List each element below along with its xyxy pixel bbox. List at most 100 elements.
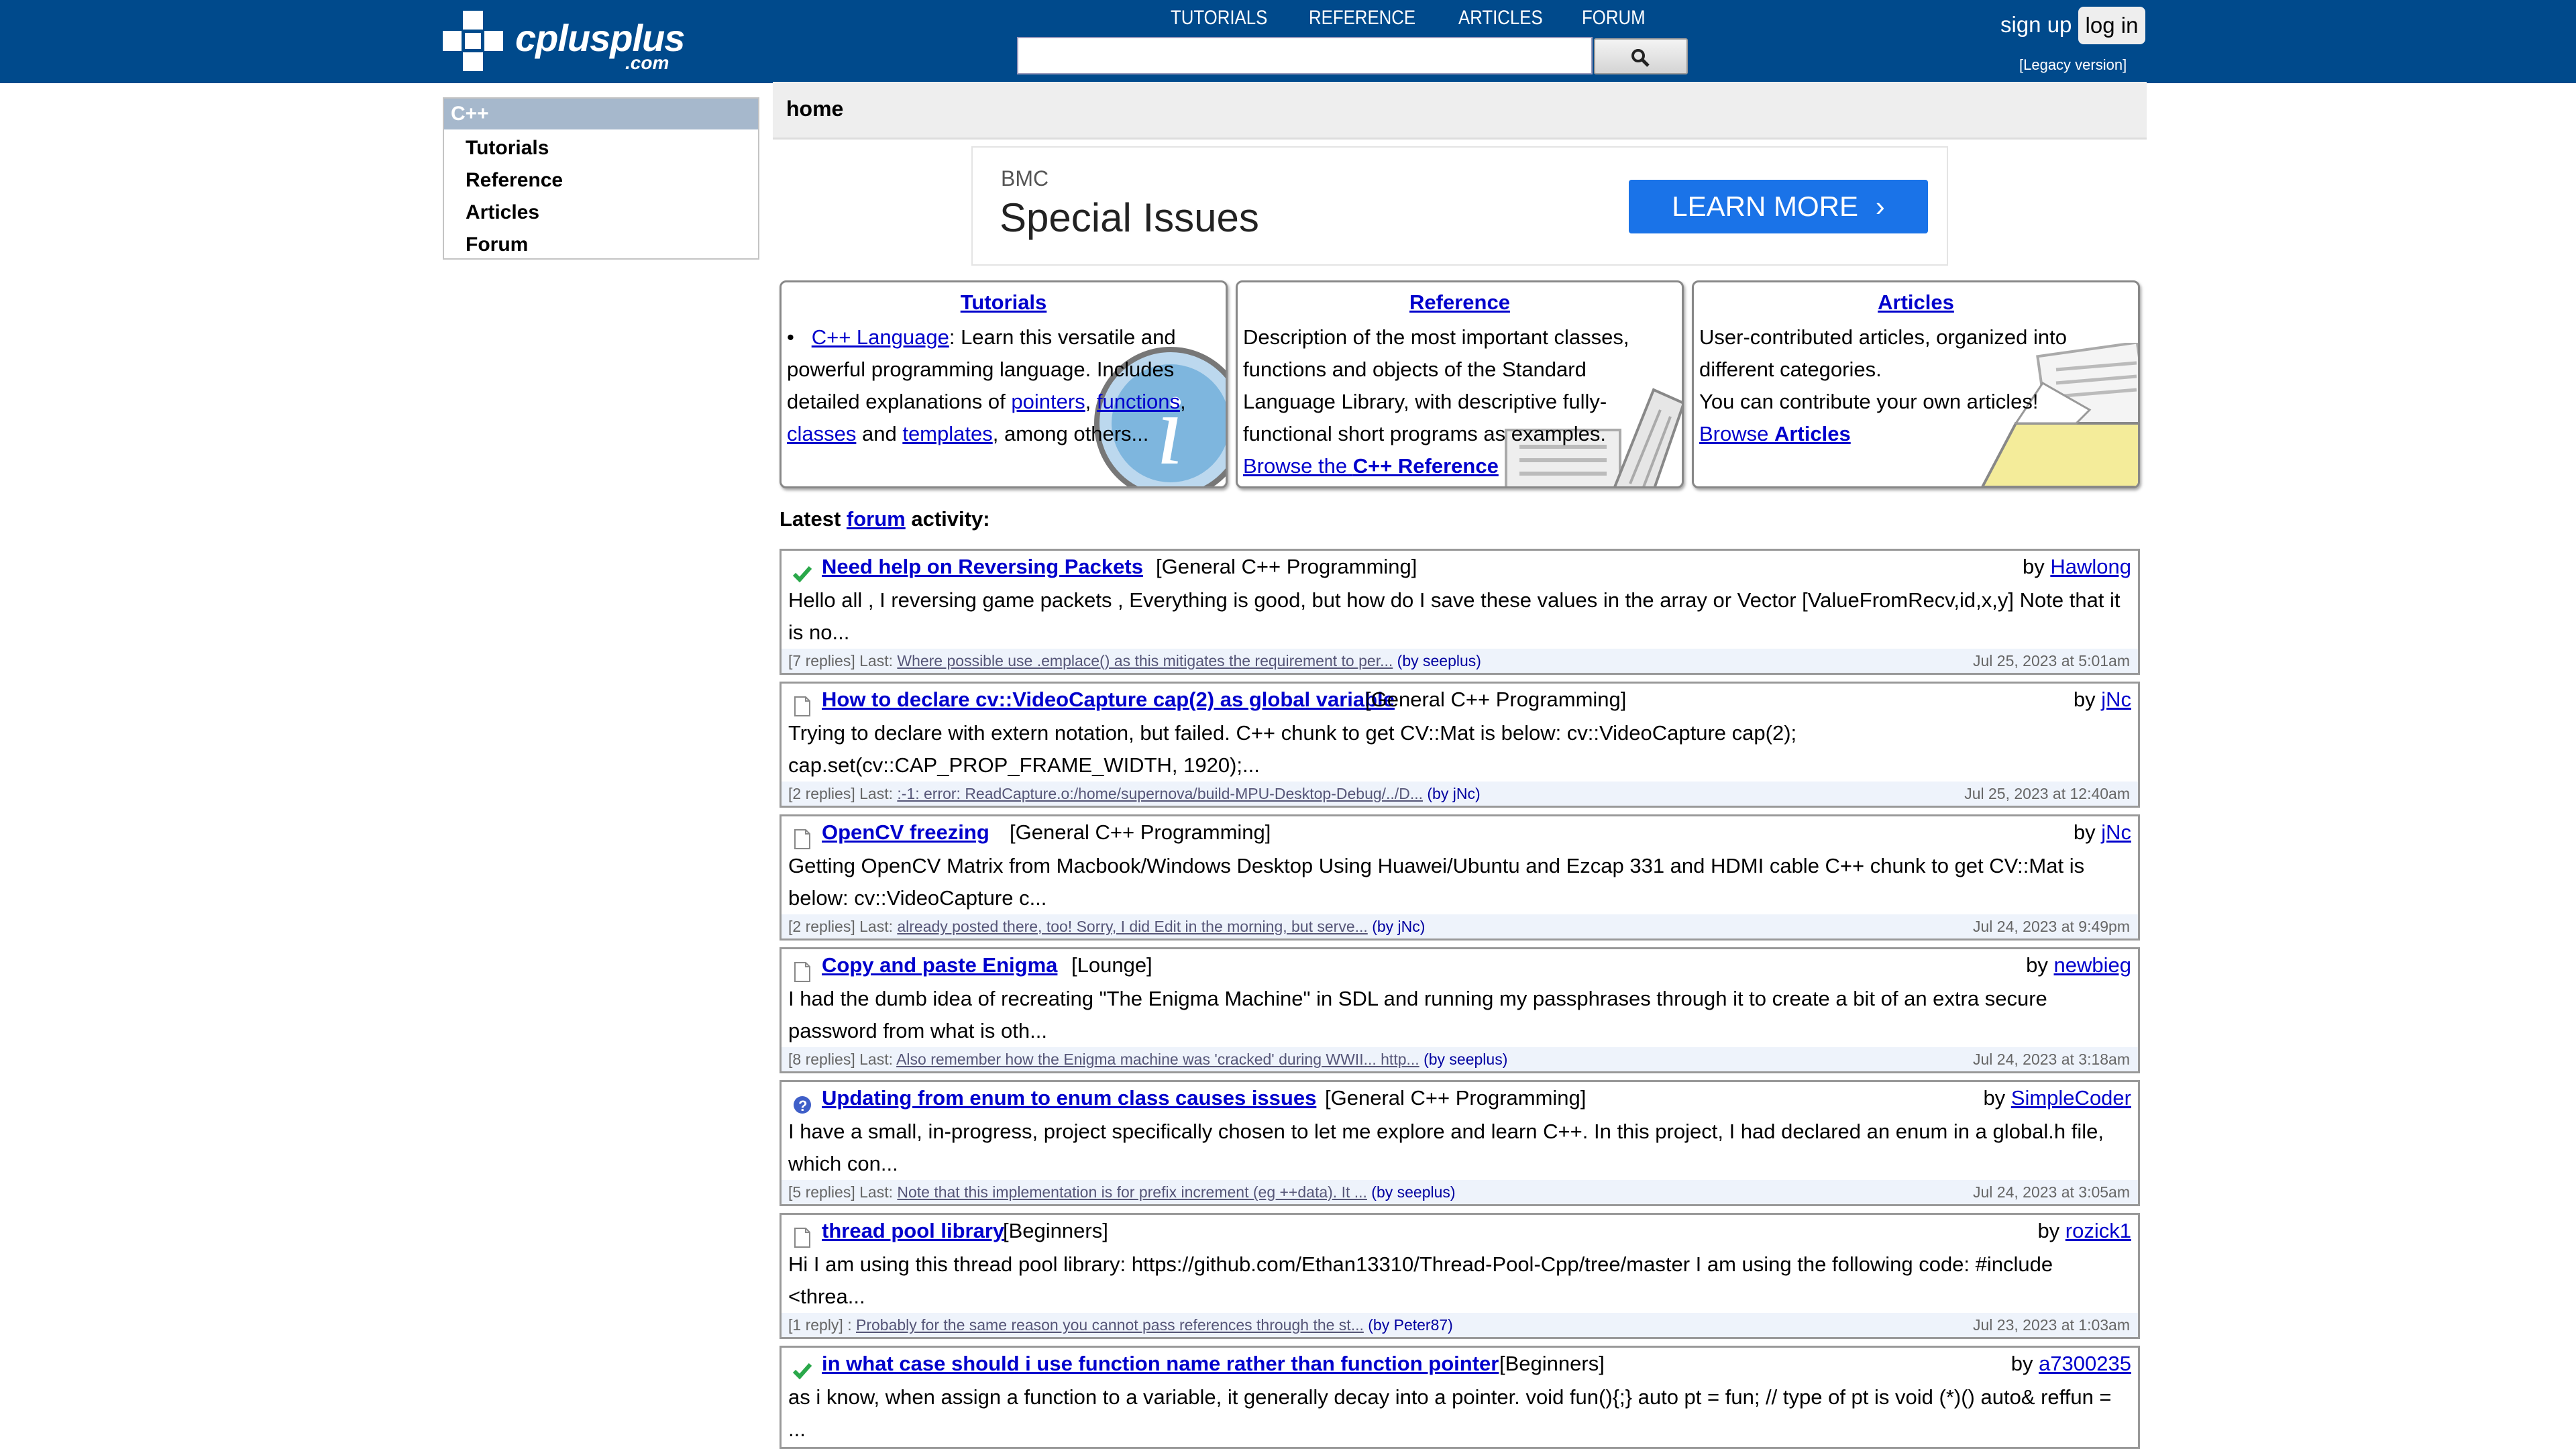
- post-author-link[interactable]: a7300235: [2039, 1352, 2131, 1375]
- articles-title-link[interactable]: Articles: [1878, 290, 1954, 314]
- browse-articles-prefix: Browse: [1699, 422, 1774, 445]
- breadcrumb-home: home: [786, 97, 844, 121]
- post-date: Jul 23, 2023 at 1:03am: [1973, 1316, 2130, 1334]
- reference-title-link[interactable]: Reference: [1409, 290, 1510, 314]
- by-label: by: [2026, 953, 2054, 977]
- last-reply-author[interactable]: (by jNc): [1368, 918, 1425, 935]
- post-author-link[interactable]: jNc: [2101, 688, 2131, 711]
- nav-articles[interactable]: ARTICLES: [1458, 7, 1543, 34]
- post-title-link[interactable]: thread pool library: [822, 1219, 1004, 1243]
- sidebar-heading[interactable]: C++: [444, 99, 758, 129]
- post-byline: by jNc: [2074, 688, 2131, 712]
- latest-prefix: Latest: [780, 507, 847, 531]
- log-in-button[interactable]: log in: [2078, 7, 2145, 44]
- post-category: [General C++ Programming]: [1010, 820, 1271, 844]
- nav-tutorials[interactable]: TUTORIALS: [1171, 7, 1267, 34]
- templates-link[interactable]: templates: [902, 422, 992, 445]
- post-meta: [5 replies] Last: Note that this impleme…: [782, 1180, 2138, 1204]
- post-replies: [1 reply] :: [788, 1316, 856, 1334]
- post-excerpt: I had the dumb idea of recreating "The E…: [788, 987, 2047, 1042]
- forum-post: Need help on Reversing Packets [General C…: [780, 549, 2140, 675]
- post-title-link[interactable]: Need help on Reversing Packets: [822, 555, 1143, 579]
- post-author-link[interactable]: jNc: [2101, 820, 2131, 844]
- chevron-right-icon: ›: [1875, 191, 1885, 222]
- advertisement-banner[interactable]: BMC Special Issues LEARN MORE ›: [971, 146, 1948, 266]
- last-reply-link[interactable]: Note that this implementation is for pre…: [897, 1183, 1367, 1201]
- forum-post: How to declare cv::VideoCapture cap(2) a…: [780, 682, 2140, 808]
- search-button[interactable]: [1594, 38, 1688, 74]
- ad-brand: BMC: [1001, 166, 1049, 191]
- separator: ,: [1085, 390, 1097, 413]
- post-header: thread pool library [Beginners] by rozick1: [788, 1219, 2131, 1248]
- last-reply-link[interactable]: :-1: error: ReadCapture.o:/home/supernov…: [897, 785, 1423, 802]
- svg-text:?: ?: [798, 1097, 807, 1114]
- last-reply-author[interactable]: (by seeplus): [1367, 1183, 1455, 1201]
- articles-contribute: You can contribute your own articles!: [1699, 390, 2039, 413]
- post-byline: by newbieg: [2026, 953, 2131, 977]
- forum-link[interactable]: forum: [847, 507, 906, 531]
- nav-forum[interactable]: FORUM: [1582, 7, 1646, 34]
- post-title-link[interactable]: How to declare cv::VideoCapture cap(2) a…: [822, 688, 1395, 712]
- post-category: [Beginners]: [1003, 1219, 1108, 1242]
- sidebar-item-articles[interactable]: Articles: [466, 197, 758, 229]
- sidebar-item-forum[interactable]: Forum: [466, 229, 758, 261]
- functions-link[interactable]: functions: [1097, 390, 1180, 413]
- sidebar-item-reference[interactable]: Reference: [466, 164, 758, 197]
- nav-reference[interactable]: REFERENCE: [1309, 7, 1415, 34]
- separator: and: [856, 422, 903, 445]
- last-reply-author[interactable]: (by seeplus): [1393, 652, 1481, 669]
- classes-link[interactable]: classes: [787, 422, 856, 445]
- post-title-link[interactable]: in what case should i use function name …: [822, 1352, 1499, 1376]
- cpp-language-link[interactable]: C++ Language: [812, 325, 949, 349]
- sign-up-link[interactable]: sign up: [2000, 12, 2072, 38]
- top-bar: cplusplus .com TUTORIALS REFERENCE ARTIC…: [0, 0, 2576, 83]
- latest-suffix: activity:: [905, 507, 990, 531]
- post-author-link[interactable]: rozick1: [2065, 1219, 2131, 1242]
- post-meta: [8 replies] Last: Also remember how the …: [782, 1047, 2138, 1071]
- post-author-link[interactable]: newbieg: [2054, 953, 2131, 977]
- post-title-link[interactable]: Copy and paste Enigma: [822, 953, 1057, 977]
- pointers-link[interactable]: pointers: [1011, 390, 1085, 413]
- browse-reference-link[interactable]: Browse the C++ Reference: [1243, 454, 1499, 478]
- post-excerpt: Getting OpenCV Matrix from Macbook/Windo…: [788, 854, 2085, 910]
- post-excerpt: I have a small, in-progress, project spe…: [788, 1120, 2104, 1175]
- sidebar-item-tutorials[interactable]: Tutorials: [466, 132, 758, 164]
- ad-learn-more-button[interactable]: LEARN MORE ›: [1629, 180, 1928, 233]
- last-reply-author[interactable]: (by jNc): [1423, 785, 1480, 802]
- legacy-version-link[interactable]: [Legacy version]: [2019, 56, 2127, 74]
- post-author-link[interactable]: Hawlong: [2050, 555, 2131, 578]
- ad-cta-label: LEARN MORE: [1672, 191, 1859, 222]
- articles-description: User-contributed articles, organized int…: [1699, 325, 2067, 381]
- separator: ,: [1179, 390, 1186, 413]
- post-title-link[interactable]: OpenCV freezing: [822, 820, 989, 845]
- tutorials-tail: , among others...: [992, 422, 1149, 445]
- last-reply-link[interactable]: Also remember how the Enigma machine was…: [896, 1051, 1419, 1068]
- post-excerpt: Hi I am using this thread pool library: …: [788, 1252, 2053, 1308]
- post-date: Jul 24, 2023 at 3:05am: [1973, 1183, 2130, 1201]
- last-reply-author[interactable]: (by Peter87): [1364, 1316, 1453, 1334]
- post-byline: by Hawlong: [2023, 555, 2131, 579]
- document-icon: [792, 1227, 812, 1248]
- post-date: Jul 25, 2023 at 5:01am: [1973, 652, 2130, 669]
- bullet: •: [787, 325, 794, 349]
- last-reply-link[interactable]: Probably for the same reason you cannot …: [856, 1316, 1364, 1334]
- last-reply-link[interactable]: Where possible use .emplace() as this mi…: [897, 652, 1393, 669]
- last-reply-link[interactable]: already posted there, too! Sorry, I did …: [897, 918, 1367, 935]
- post-header: OpenCV freezing [General C++ Programming]…: [788, 820, 2131, 850]
- post-excerpt: Trying to declare with extern notation, …: [788, 721, 1797, 777]
- tutorials-title-link[interactable]: Tutorials: [961, 290, 1047, 314]
- ad-headline: Special Issues: [1000, 195, 1259, 240]
- post-date: Jul 24, 2023 at 3:18am: [1973, 1051, 2130, 1068]
- post-meta: [2 replies] Last: :-1: error: ReadCaptur…: [782, 782, 2138, 806]
- post-category: [General C++ Programming]: [1156, 555, 1417, 578]
- post-byline: by jNc: [2074, 820, 2131, 845]
- browse-articles-link[interactable]: Browse Articles: [1699, 422, 1851, 445]
- site-logo[interactable]: cplusplus .com: [443, 11, 685, 73]
- articles-panel: Articles User-contributed articles, orga…: [1692, 280, 2140, 488]
- search-input[interactable]: [1017, 37, 1593, 74]
- by-label: by: [2010, 1352, 2039, 1375]
- post-title-link[interactable]: Updating from enum to enum class causes …: [822, 1086, 1316, 1110]
- last-reply-author[interactable]: (by seeplus): [1419, 1051, 1507, 1068]
- post-author-link[interactable]: SimpleCoder: [2011, 1086, 2131, 1110]
- question-icon: ?: [792, 1094, 812, 1116]
